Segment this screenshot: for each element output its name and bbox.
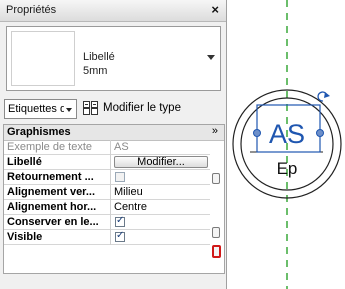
conserver-checkbox[interactable] xyxy=(115,215,125,227)
column-divider xyxy=(110,140,111,155)
property-name: Alignement ver... xyxy=(7,186,96,198)
modify-label-button[interactable]: Modifier... xyxy=(114,156,208,168)
left-grip-handle[interactable] xyxy=(253,129,261,137)
category-filter-dropdown[interactable]: Etiquettes de s xyxy=(4,99,77,119)
group-title: Graphismes xyxy=(7,126,71,138)
associate-parameter-button-highlighted[interactable] xyxy=(212,245,221,258)
type-preview xyxy=(11,31,75,86)
property-row-alignement-horizontal[interactable]: Alignement hor... Centre xyxy=(4,200,210,215)
column-divider xyxy=(110,170,111,185)
panel-titlebar: Propriétés × xyxy=(0,0,226,22)
tag-label-bottom: Ep xyxy=(277,159,298,178)
edit-type-label: Modifier le type xyxy=(103,102,181,114)
right-grip-handle[interactable] xyxy=(316,129,324,137)
group-header-graphismes[interactable]: Graphismes » xyxy=(4,125,224,141)
properties-grid: Graphismes » Exemple de texte AS Libellé… xyxy=(3,124,225,274)
property-name: Libellé xyxy=(7,156,42,168)
chevron-down-icon[interactable] xyxy=(207,55,215,60)
associate-parameter-button[interactable] xyxy=(212,227,220,238)
panel-title: Propriétés xyxy=(6,4,57,16)
selector-row: Etiquettes de s Modifier le type xyxy=(2,99,226,121)
property-name: Alignement hor... xyxy=(7,201,97,213)
edit-type-button[interactable]: Modifier le type xyxy=(82,99,224,119)
property-name: Exemple de texte xyxy=(7,141,92,153)
property-row-libelle[interactable]: Libellé Modifier... xyxy=(4,155,210,170)
property-value: Centre xyxy=(114,201,148,213)
property-value: Milieu xyxy=(114,186,143,198)
column-divider xyxy=(110,200,111,215)
collapse-icon[interactable]: » xyxy=(212,125,218,137)
property-name: Conserver en le... xyxy=(7,216,99,228)
category-filter-value: Etiquettes de s xyxy=(8,103,64,115)
column-divider xyxy=(110,185,111,200)
property-value: AS xyxy=(114,141,129,153)
close-icon[interactable]: × xyxy=(211,2,219,17)
property-row-exemple[interactable]: Exemple de texte AS xyxy=(4,140,210,155)
properties-panel: Propriétés × Libellé 5mm Etiquettes de s… xyxy=(0,0,227,289)
associate-parameter-button[interactable] xyxy=(212,173,220,184)
column-divider xyxy=(110,215,111,230)
drawing-canvas[interactable]: AS Ep xyxy=(228,0,345,289)
rotate-arrow-head xyxy=(324,92,330,98)
type-size: 5mm xyxy=(83,65,108,77)
property-row-alignement-vertical[interactable]: Alignement ver... Milieu xyxy=(4,185,210,200)
retournement-checkbox[interactable] xyxy=(115,172,125,182)
property-name: Visible xyxy=(7,231,43,243)
chevron-down-icon[interactable] xyxy=(66,108,72,112)
property-row-visible[interactable]: Visible xyxy=(4,230,210,245)
type-name: Libellé xyxy=(83,51,115,63)
column-divider xyxy=(110,155,111,170)
type-selector[interactable]: Libellé 5mm xyxy=(6,26,221,91)
property-row-retournement[interactable]: Retournement ... xyxy=(4,170,210,185)
column-divider xyxy=(110,230,111,245)
visible-checkbox[interactable] xyxy=(115,230,125,242)
property-name: Retournement ... xyxy=(7,171,94,183)
edit-type-icon xyxy=(83,101,98,115)
property-row-conserver[interactable]: Conserver en le... xyxy=(4,215,210,230)
tag-label-top: AS xyxy=(269,119,305,149)
